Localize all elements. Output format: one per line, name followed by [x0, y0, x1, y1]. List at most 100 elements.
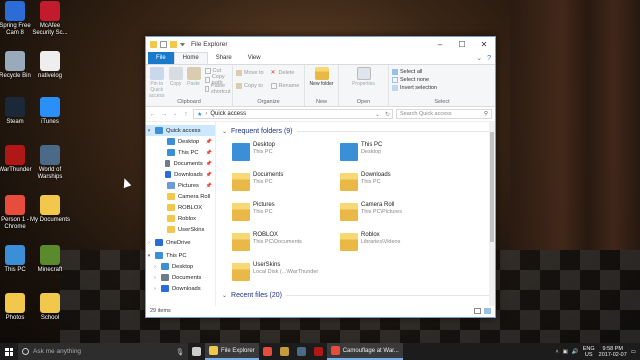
folder-text: Documents This PC: [253, 170, 283, 185]
nav-item[interactable]: ROBLOX: [146, 202, 215, 213]
frequent-folder-item[interactable]: UserSkins Local Disk (...\WarThunder: [232, 260, 340, 288]
start-button[interactable]: [0, 343, 18, 360]
action-center-icon[interactable]: ▭: [631, 349, 636, 355]
select-all-button[interactable]: Select all: [392, 68, 492, 76]
details-view-icon[interactable]: [474, 308, 481, 314]
delete-button[interactable]: ✕ Delete: [271, 69, 302, 77]
nav-item[interactable]: UserSkins: [146, 224, 215, 235]
scrollbar-thumb[interactable]: [490, 132, 494, 242]
frequent-folder-item[interactable]: This PC Desktop: [340, 140, 448, 168]
up-arrow-icon[interactable]: ↑: [182, 111, 190, 118]
customize-toolbar-icon[interactable]: [180, 43, 185, 46]
desktop-icon-item[interactable]: Minecraft: [30, 245, 70, 274]
expand-arrow-icon[interactable]: ›: [152, 275, 158, 281]
address-bar[interactable]: ★ › Quick access ⌄ ↻: [193, 109, 393, 119]
select-none-button[interactable]: Select none: [392, 76, 492, 84]
properties-button[interactable]: Properties: [342, 67, 385, 87]
expand-arrow-icon[interactable]: ▾: [146, 253, 152, 259]
frequent-folder-item[interactable]: Documents This PC: [232, 170, 340, 198]
new-group: New folder New: [305, 65, 339, 106]
properties-icon[interactable]: [160, 41, 167, 48]
nav-item[interactable]: Camera Roll: [146, 191, 215, 202]
taskbar-item[interactable]: File Explorer: [205, 343, 259, 360]
nav-item[interactable]: › Documents: [146, 272, 215, 283]
nav-item[interactable]: › OneDrive: [146, 237, 215, 248]
nav-item[interactable]: Roblox: [146, 213, 215, 224]
input-language[interactable]: ENG US: [583, 346, 595, 358]
expand-arrow-icon[interactable]: ›: [152, 264, 158, 270]
network-icon[interactable]: ▣: [563, 349, 568, 355]
scrollbar[interactable]: [489, 122, 495, 306]
invert-selection-button[interactable]: Invert selection: [392, 84, 492, 92]
microphone-icon[interactable]: 🎙: [176, 348, 184, 356]
organize-group: Move to ✕ Delete Copy to Rename Organize: [233, 65, 305, 106]
folder-name: Downloads: [361, 172, 391, 178]
volume-icon[interactable]: 🔊: [572, 349, 579, 355]
cortana-search-box[interactable]: Ask me anything 🎙: [18, 343, 188, 360]
tab-view[interactable]: View: [240, 52, 269, 64]
nav-item-label: Downloads: [174, 171, 203, 178]
folder-location: Local Disk (...\WarThunder: [253, 269, 319, 275]
desktop-icon-item[interactable]: nativelog: [30, 51, 70, 80]
new-folder-icon[interactable]: [170, 41, 177, 48]
nav-item[interactable]: ▾ This PC: [146, 250, 215, 261]
frequent-folders-header[interactable]: ⌄ Frequent folders (9): [222, 126, 489, 136]
nav-item[interactable]: ▾ Quick access: [146, 125, 215, 136]
recent-locations-icon[interactable]: ⌄: [171, 111, 179, 117]
move-to-button[interactable]: Move to: [236, 69, 267, 77]
minimize-button[interactable]: –: [429, 37, 451, 52]
taskbar-item[interactable]: [310, 343, 327, 360]
desktop-icon-label: iTunes: [41, 119, 59, 125]
desktop-icon-item[interactable]: School: [30, 293, 70, 322]
expand-arrow-icon[interactable]: ▾: [146, 128, 152, 134]
large-icons-view-icon[interactable]: [484, 308, 491, 314]
nav-item[interactable]: Pictures 📌: [146, 180, 215, 191]
copy-to-button[interactable]: Copy to: [236, 82, 267, 90]
pin-icon: 📌: [205, 149, 212, 156]
expand-arrow-icon[interactable]: ›: [146, 240, 152, 246]
recent-files-header[interactable]: ⌄ Recent files (20): [222, 290, 489, 300]
frequent-folder-item[interactable]: Roblox Libraries\Videos: [340, 230, 448, 258]
search-input[interactable]: Search Quick access ⚲: [396, 109, 492, 119]
frequent-folder-item[interactable]: Camera Roll This PC\Pictures: [340, 200, 448, 228]
tab-share[interactable]: Share: [208, 52, 240, 64]
desktop-icon-item[interactable]: iTunes: [30, 97, 70, 126]
nav-item[interactable]: Desktop 📌: [146, 136, 215, 147]
new-group-label: New: [315, 99, 327, 105]
tab-home[interactable]: Home: [173, 52, 208, 64]
tab-file[interactable]: File: [148, 52, 174, 64]
show-hidden-icons-icon[interactable]: ˄: [555, 349, 558, 355]
paste-shortcut-button[interactable]: Paste shortcut: [204, 83, 233, 95]
taskbar-item[interactable]: [276, 343, 293, 360]
help-icon[interactable]: ?: [487, 55, 491, 62]
taskbar-item[interactable]: [293, 343, 310, 360]
forward-arrow-icon[interactable]: →: [160, 111, 168, 118]
nav-item[interactable]: › Desktop: [146, 261, 215, 272]
taskbar-item[interactable]: [188, 343, 205, 360]
frequent-folder-item[interactable]: Downloads This PC: [340, 170, 448, 198]
nav-item[interactable]: This PC 📌: [146, 147, 215, 158]
frequent-folder-item[interactable]: Pictures This PC: [232, 200, 340, 228]
taskbar-item[interactable]: Camouflage at War...: [326, 343, 403, 360]
taskbar-item[interactable]: [259, 343, 276, 360]
desktop-icon-item[interactable]: McAfee Security Sc...: [30, 1, 70, 37]
new-folder-button[interactable]: New folder: [308, 67, 335, 87]
refresh-icon[interactable]: ↻: [385, 111, 392, 118]
nav-item[interactable]: Documents 📌: [146, 158, 215, 169]
frequent-folder-item[interactable]: ROBLOX This PC\Documents: [232, 230, 340, 258]
back-arrow-icon[interactable]: ←: [149, 111, 157, 118]
rename-button[interactable]: Rename: [270, 82, 302, 90]
desktop-icon-item[interactable]: My Documents: [30, 195, 70, 224]
maximize-button[interactable]: ☐: [451, 37, 473, 52]
downloads-icon: [161, 285, 169, 292]
close-button[interactable]: ✕: [473, 37, 495, 52]
desktop-icon-item[interactable]: World of Warships: [30, 145, 70, 181]
nav-item[interactable]: › Downloads: [146, 283, 215, 294]
expand-arrow-icon[interactable]: ›: [152, 286, 158, 292]
address-dropdown-icon[interactable]: ⌄: [375, 111, 382, 118]
clock[interactable]: 9:58 PM 2017-02-07: [599, 346, 627, 358]
nav-item[interactable]: Downloads 📌: [146, 169, 215, 180]
chevron-down-icon[interactable]: ⌄: [476, 54, 482, 62]
frequent-folder-item[interactable]: Desktop This PC: [232, 140, 340, 168]
navigation-pane: ▾ Quick access Desktop 📌 This PC 📌 Documents 📌 D…: [146, 122, 216, 306]
